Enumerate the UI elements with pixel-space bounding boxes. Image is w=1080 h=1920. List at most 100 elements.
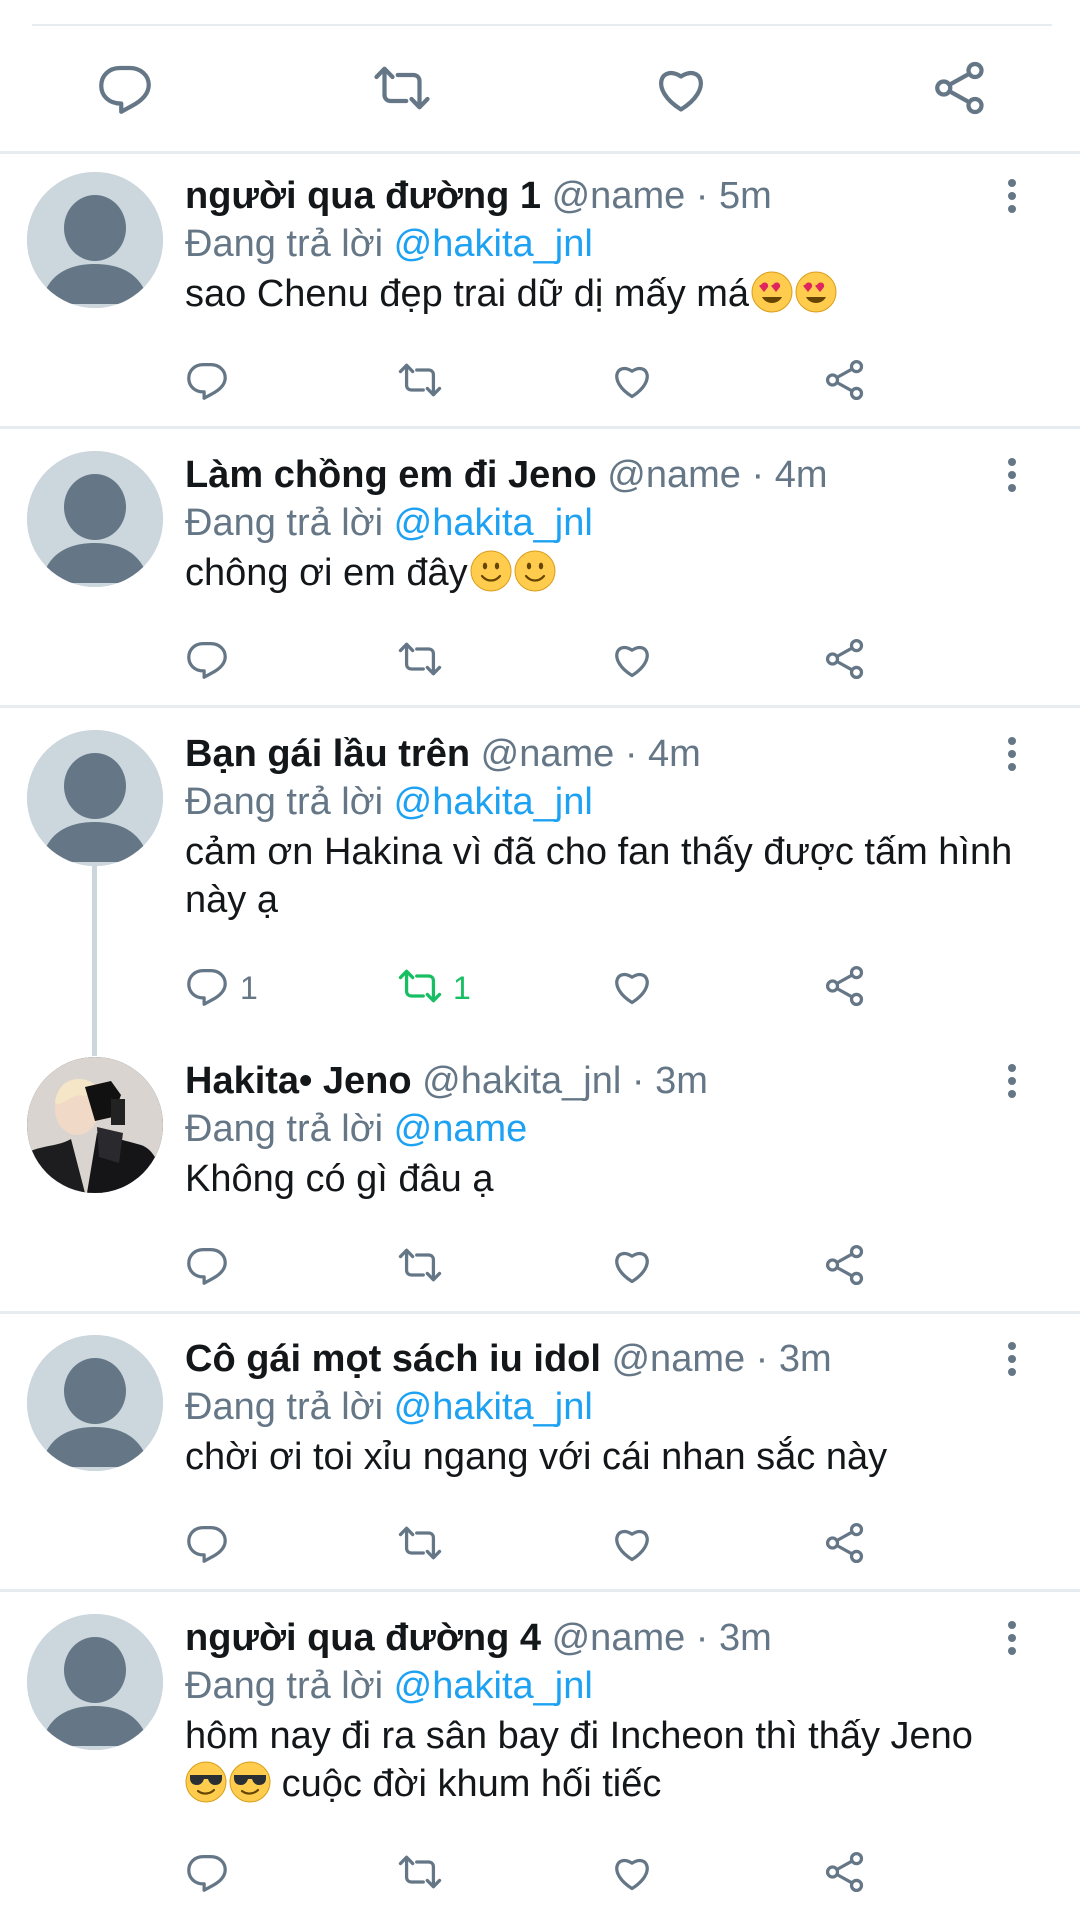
heart-eyes-emoji: [751, 271, 793, 313]
share-icon: [822, 636, 868, 687]
mention-link[interactable]: @hakita_jnl: [394, 502, 593, 544]
reply-button[interactable]: 1: [184, 958, 258, 1018]
handle-time: @name · 3m: [551, 1617, 772, 1659]
retweet-button[interactable]: [397, 352, 443, 412]
display-name[interactable]: Cô gái mọt sách iu idol: [185, 1338, 601, 1380]
like-button[interactable]: [609, 958, 655, 1018]
tweet-header: Hakita• Jeno @hakita_jnl · 3m: [185, 1057, 708, 1105]
share-button[interactable]: [822, 352, 868, 412]
avatar[interactable]: [27, 1614, 163, 1750]
mention-link[interactable]: @hakita_jnl: [394, 1386, 593, 1428]
divider: [0, 1311, 1080, 1314]
handle-time: @hakita_jnl · 3m: [422, 1060, 708, 1102]
reply-button[interactable]: [184, 631, 230, 691]
author-avatar[interactable]: [27, 1057, 163, 1193]
retweet-icon[interactable]: [372, 58, 432, 118]
mention-link[interactable]: @hakita_jnl: [394, 223, 593, 265]
like-icon: [609, 1242, 655, 1293]
retweet-icon: [397, 963, 443, 1014]
previous-tweet-action-bar: [0, 0, 1080, 152]
like-icon[interactable]: [651, 58, 711, 118]
reply-button[interactable]: [184, 1515, 230, 1575]
tweet-header: Bạn gái lầu trên @name · 4m: [185, 730, 701, 778]
share-button[interactable]: [822, 1844, 868, 1904]
replying-prefix: Đang trả lời: [185, 223, 384, 265]
tweet-text-content: chông ơi em đây: [185, 552, 468, 594]
handle-time: @name · 4m: [607, 454, 828, 496]
tweet-text: sao Chenu đẹp trai dữ dị mấy má: [185, 270, 1045, 318]
reply-icon: [184, 357, 230, 408]
more-icon[interactable]: [997, 734, 1027, 774]
like-icon: [609, 357, 655, 408]
replying-to: Đang trả lời @hakita_jnl: [185, 1383, 593, 1431]
sunglasses-emoji: [185, 1761, 227, 1803]
more-icon[interactable]: [997, 455, 1027, 495]
display-name[interactable]: Bạn gái lầu trên: [185, 733, 470, 775]
tweet-actions: [0, 1515, 1080, 1575]
more-icon[interactable]: [997, 1618, 1027, 1658]
divider: [0, 1589, 1080, 1592]
reply-tweet[interactable]: Làm chồng em đi Jeno @name · 4m Đang trả…: [0, 451, 1080, 705]
retweet-icon: [397, 1849, 443, 1900]
retweet-button[interactable]: 1: [397, 958, 471, 1018]
mention-link[interactable]: @hakita_jnl: [394, 781, 593, 823]
like-icon: [609, 1849, 655, 1900]
reply-button[interactable]: [184, 1237, 230, 1297]
retweet-button[interactable]: [397, 1844, 443, 1904]
like-icon: [609, 1520, 655, 1571]
replying-to: Đang trả lời @hakita_jnl: [185, 499, 593, 547]
mention-link[interactable]: @name: [394, 1108, 528, 1150]
avatar[interactable]: [27, 730, 163, 866]
share-icon: [822, 963, 868, 1014]
tweet-actions: [0, 1844, 1080, 1904]
reply-button[interactable]: [184, 1844, 230, 1904]
more-icon[interactable]: [997, 1061, 1027, 1101]
like-button[interactable]: [609, 1237, 655, 1297]
share-button[interactable]: [822, 958, 868, 1018]
like-button[interactable]: [609, 1844, 655, 1904]
retweet-icon: [397, 1520, 443, 1571]
retweet-button[interactable]: [397, 1237, 443, 1297]
reply-tweet[interactable]: Cô gái mọt sách iu idol @name · 3m Đang …: [0, 1335, 1080, 1589]
reply-count: 1: [240, 969, 258, 1006]
tweet-text: cảm ơn Hakina vì đã cho fan thấy được tấ…: [185, 831, 1013, 921]
retweet-button[interactable]: [397, 631, 443, 691]
mention-link[interactable]: @hakita_jnl: [394, 1665, 593, 1707]
reply-tweet[interactable]: Bạn gái lầu trên @name · 4m Đang trả lời…: [0, 730, 1080, 1030]
display-name[interactable]: người qua đường 4: [185, 1617, 541, 1659]
avatar[interactable]: [27, 451, 163, 587]
share-button[interactable]: [822, 631, 868, 691]
retweet-count: 1: [453, 969, 471, 1006]
author-reply-tweet[interactable]: Hakita• Jeno @hakita_jnl · 3m Đang trả l…: [0, 1057, 1080, 1311]
tweet-actions: [0, 352, 1080, 412]
more-icon[interactable]: [997, 1339, 1027, 1379]
like-button[interactable]: [609, 352, 655, 412]
tweet-text: hôm nay đi ra sân bay đi Incheon thì thấ…: [185, 1712, 1045, 1808]
retweet-button[interactable]: [397, 1515, 443, 1575]
avatar[interactable]: [27, 1335, 163, 1471]
like-button[interactable]: [609, 1515, 655, 1575]
share-icon: [822, 1520, 868, 1571]
reply-icon[interactable]: [95, 58, 155, 118]
display-name[interactable]: người qua đường 1: [185, 175, 541, 217]
smile-emoji: [514, 550, 556, 592]
replying-prefix: Đang trả lời: [185, 1665, 384, 1707]
tweet-actions: [0, 631, 1080, 691]
replying-to: Đang trả lời @name: [185, 1105, 527, 1153]
display-name[interactable]: Làm chồng em đi Jeno: [185, 454, 597, 496]
like-button[interactable]: [609, 631, 655, 691]
reply-tweet[interactable]: người qua đường 1 @name · 5m Đang trả lờ…: [0, 172, 1080, 426]
more-icon[interactable]: [997, 176, 1027, 216]
retweet-icon: [397, 1242, 443, 1293]
avatar[interactable]: [27, 172, 163, 308]
share-icon: [822, 357, 868, 408]
tweet-text-continued: cuộc đời khum hối tiếc: [281, 1763, 662, 1805]
display-name[interactable]: Hakita• Jeno: [185, 1060, 412, 1102]
smile-emoji: [470, 550, 512, 592]
share-button[interactable]: [822, 1515, 868, 1575]
share-icon[interactable]: [930, 58, 990, 118]
share-button[interactable]: [822, 1237, 868, 1297]
reply-button[interactable]: [184, 352, 230, 412]
reply-tweet[interactable]: người qua đường 4 @name · 3m Đang trả lờ…: [0, 1614, 1080, 1920]
reply-icon: [184, 1242, 230, 1293]
